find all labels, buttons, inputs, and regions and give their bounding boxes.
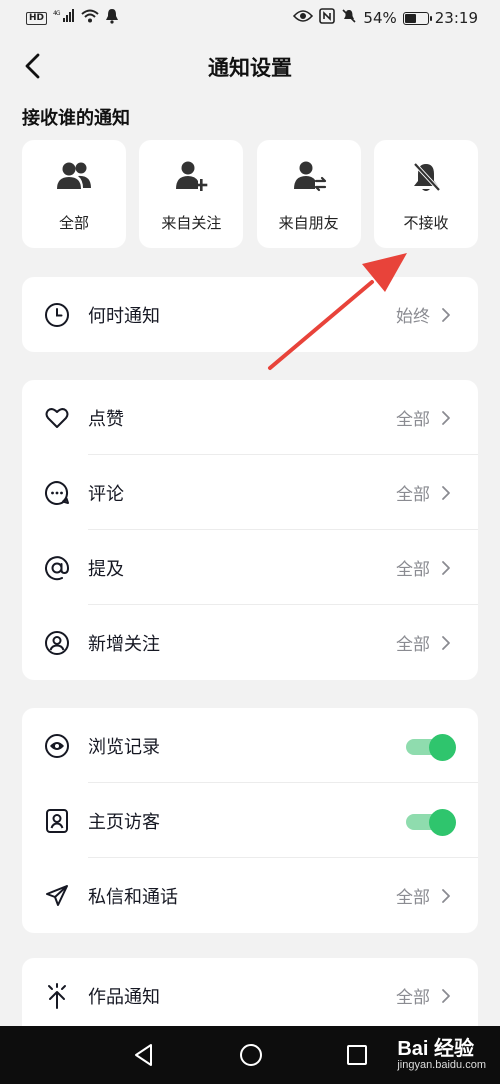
triangle-back-icon: [135, 1044, 152, 1066]
baidu-jingyan-watermark: Bai 经验 jingyan.baidu.com: [397, 1032, 486, 1071]
clock: 23:19: [434, 9, 478, 27]
when-card: 何时通知 始终: [22, 277, 478, 352]
chevron-right-icon: [442, 888, 450, 903]
clock-icon: [45, 302, 69, 327]
battery-percent: 54%: [363, 9, 397, 27]
row-value: 全部: [396, 888, 430, 908]
nav-home-button[interactable]: [236, 1040, 266, 1070]
notification-bell-icon: [105, 8, 119, 28]
section-label: 接收谁的通知: [22, 108, 130, 129]
signal-icon: 4G: [53, 9, 75, 27]
privacy-card: 浏览记录 主页访客 私信和通话 全部: [22, 708, 478, 933]
user-circle-icon: [45, 630, 69, 655]
profile-visitors-row: 主页访客: [22, 783, 478, 858]
like-row[interactable]: 点赞 全部: [22, 380, 478, 455]
row-value: 全部: [396, 410, 430, 430]
hd-indicator: HD: [26, 11, 48, 25]
row-value: 全部: [396, 635, 430, 655]
option-all[interactable]: 全部: [22, 140, 126, 248]
row-label: 私信和通话: [88, 886, 178, 908]
status-bar: HD 4G 54% 23:19: [0, 0, 500, 36]
option-label: 来自朋友: [278, 213, 339, 232]
user-add-icon: [176, 161, 208, 191]
nav-recents-button[interactable]: [342, 1040, 372, 1070]
receive-options: 全部 来自关注 来自朋友 不接收: [22, 140, 478, 248]
works-card: 作品通知 全部: [22, 958, 478, 1026]
at-icon: [45, 555, 70, 580]
user-friends-icon: [293, 161, 326, 191]
row-label: 点赞: [88, 408, 124, 430]
when-row[interactable]: 何时通知 始终: [22, 277, 478, 352]
option-friends[interactable]: 来自朋友: [256, 140, 361, 248]
eye-icon: [293, 9, 314, 27]
row-label: 主页访客: [88, 811, 160, 833]
sparkle-icon: [48, 982, 66, 1009]
chevron-right-icon: [442, 560, 450, 575]
circle-home-icon: [240, 1044, 262, 1066]
row-label: 何时通知: [88, 305, 160, 327]
nav-back-button[interactable]: [129, 1040, 159, 1070]
chevron-right-icon: [442, 410, 450, 425]
wifi-icon: [81, 9, 99, 27]
battery-icon: [402, 11, 432, 25]
watermark-site: jingyan.baidu.com: [397, 1059, 486, 1071]
send-icon: [46, 884, 68, 906]
chevron-right-icon: [442, 988, 450, 1003]
watermark-brand: Bai 经验: [397, 1038, 475, 1060]
nfc-icon: [319, 8, 336, 28]
option-label: 不接收: [403, 213, 449, 232]
row-label: 新增关注: [88, 633, 160, 655]
messages-row[interactable]: 私信和通话 全部: [22, 858, 478, 933]
eye-icon: [45, 733, 69, 758]
comment-row[interactable]: 评论 全部: [22, 455, 478, 530]
page-title: 通知设置: [208, 56, 292, 80]
back-button[interactable]: [18, 50, 50, 82]
row-value: 全部: [396, 560, 430, 580]
chevron-right-icon: [442, 485, 450, 500]
bell-off-icon: [413, 162, 441, 191]
chevron-right-icon: [442, 307, 450, 322]
network-type: 4G: [53, 10, 61, 17]
chevron-left-icon: [25, 53, 40, 79]
option-none[interactable]: 不接收: [373, 140, 478, 248]
heart-icon: [45, 407, 69, 428]
users-icon: [57, 162, 91, 189]
mention-row[interactable]: 提及 全部: [22, 530, 478, 605]
row-label: 作品通知: [88, 986, 160, 1008]
profile-visitor-icon: [46, 808, 68, 833]
new-follower-row[interactable]: 新增关注 全部: [22, 605, 478, 680]
row-label: 提及: [88, 558, 124, 580]
header: 通知设置: [0, 40, 500, 94]
option-label: 来自关注: [161, 213, 222, 232]
option-following[interactable]: 来自关注: [139, 140, 244, 248]
row-value: 全部: [396, 485, 430, 505]
square-recents-icon: [347, 1045, 367, 1065]
row-label: 浏览记录: [88, 736, 160, 758]
interactions-card: 点赞 全部 评论 全部 提及 全部 新增关注 全部: [22, 380, 478, 680]
row-label: 评论: [88, 483, 124, 505]
profile-visitors-toggle[interactable]: [406, 808, 456, 836]
comment-icon: [45, 480, 69, 505]
row-value: 始终: [396, 307, 430, 327]
works-row[interactable]: 作品通知 全部: [22, 958, 478, 1026]
row-value: 全部: [396, 988, 430, 1008]
chevron-right-icon: [442, 635, 450, 650]
option-label: 全部: [58, 213, 89, 232]
browse-history-row: 浏览记录: [22, 708, 478, 783]
browse-history-toggle[interactable]: [406, 733, 456, 761]
mute-icon: [341, 8, 357, 28]
system-nav-bar: Bai 经验 jingyan.baidu.com: [0, 1026, 500, 1084]
